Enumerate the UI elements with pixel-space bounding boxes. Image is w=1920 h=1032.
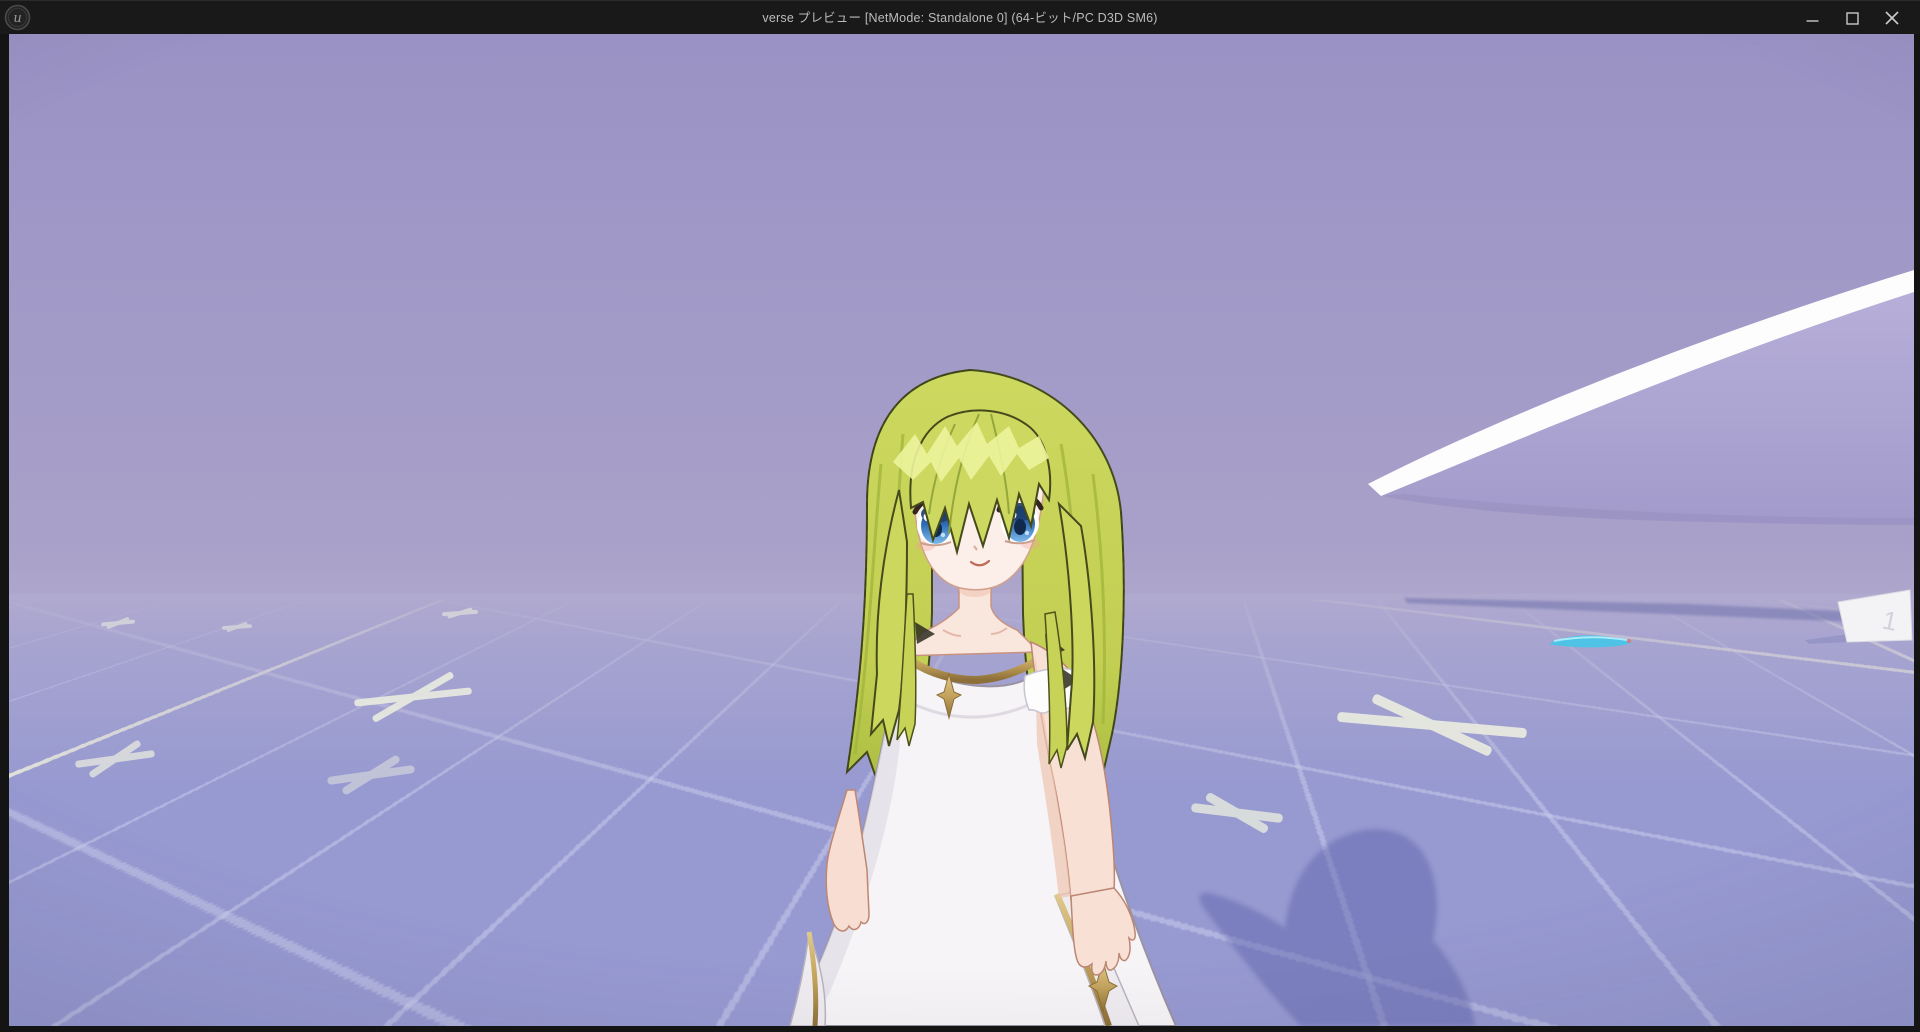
window-controls xyxy=(1792,1,1912,35)
scene-objects: 1 xyxy=(9,34,1914,1026)
character-shadow xyxy=(1199,829,1475,1026)
disc-floor-shadow xyxy=(1404,598,1859,622)
game-viewport[interactable]: 1 xyxy=(9,34,1914,1026)
minimize-icon xyxy=(1806,12,1819,25)
maximize-icon xyxy=(1846,12,1859,25)
application-window: u verse プレビュー [NetMode: Standalone 0] (6… xyxy=(0,0,1920,1032)
title-bar[interactable]: u verse プレビュー [NetMode: Standalone 0] (6… xyxy=(0,0,1920,34)
character xyxy=(790,370,1176,1026)
floating-disc xyxy=(1368,270,1914,525)
window-title: verse プレビュー [NetMode: Standalone 0] (64-… xyxy=(0,1,1920,35)
maximize-button[interactable] xyxy=(1832,1,1872,35)
character-right-hand xyxy=(826,790,869,931)
grid-cross-markers xyxy=(75,607,1527,834)
cyan-floor-marker xyxy=(1549,635,1632,647)
close-icon xyxy=(1885,11,1899,25)
close-button[interactable] xyxy=(1872,1,1912,35)
minimize-button[interactable] xyxy=(1792,1,1832,35)
